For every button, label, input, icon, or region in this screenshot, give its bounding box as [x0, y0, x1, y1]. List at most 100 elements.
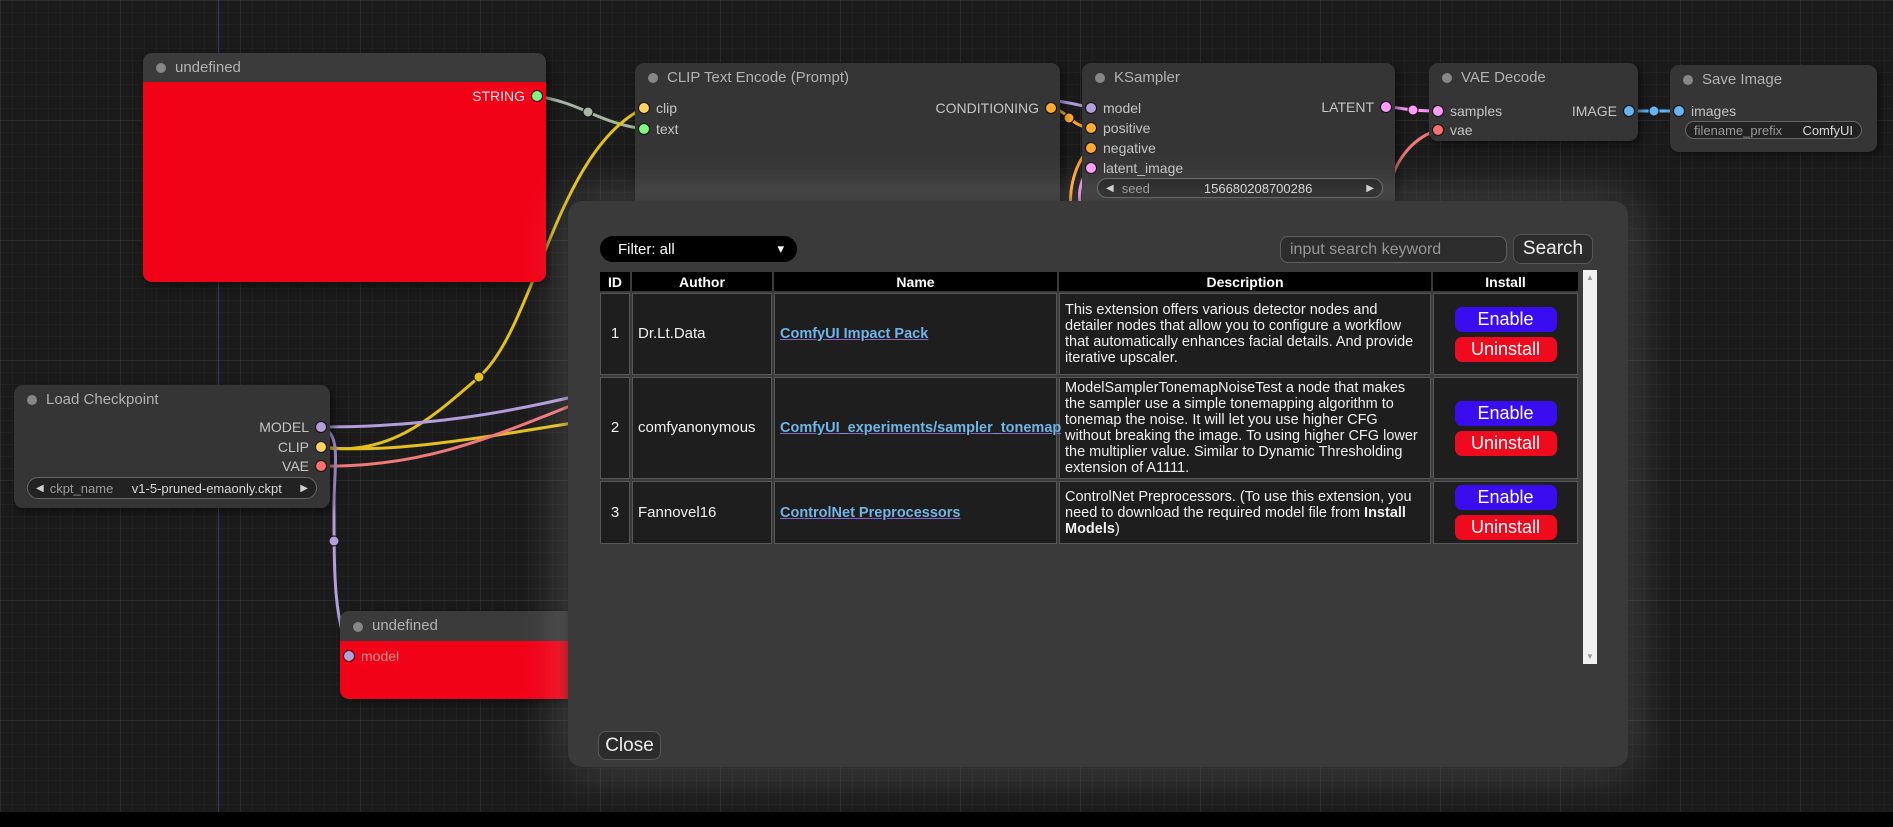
input-port-positive[interactable] — [1086, 123, 1096, 133]
cell-description: ControlNet Preprocessors. (To use this e… — [1059, 481, 1431, 544]
node-title: undefined — [175, 59, 241, 76]
node-title: KSampler — [1114, 69, 1180, 86]
node-collapse-dot-icon[interactable] — [648, 73, 658, 83]
cell-description: This extension offers various detector n… — [1059, 293, 1431, 375]
input-port-latent-image[interactable] — [1086, 163, 1096, 173]
link-dot-clip[interactable] — [474, 372, 484, 382]
port-label: text — [656, 121, 679, 137]
widget-value: ComfyUI — [1782, 123, 1853, 138]
link-dot-conditioning[interactable] — [1064, 113, 1074, 123]
filter-selected-value: Filter: all — [618, 241, 777, 258]
window-bottom-edge — [0, 812, 1893, 827]
increment-arrow-icon[interactable]: ▶ — [300, 483, 308, 494]
input-port-negative[interactable] — [1086, 143, 1096, 153]
extension-link[interactable]: ControlNet Preprocessors — [780, 505, 961, 521]
node-collapse-dot-icon[interactable] — [156, 63, 166, 73]
extension-link[interactable]: ComfyUI Impact Pack — [780, 326, 928, 342]
input-port-model[interactable] — [344, 651, 354, 661]
link-dot-latent[interactable] — [1408, 105, 1418, 115]
output-port-model[interactable] — [316, 422, 326, 432]
node-load-checkpoint[interactable]: Load Checkpoint MODEL CLIP VAE ◀ ckpt_na… — [14, 385, 330, 508]
node-title: Load Checkpoint — [46, 391, 159, 408]
node-save-image[interactable]: Save Image images filename_prefix ComfyU… — [1670, 65, 1877, 152]
widget-label: seed — [1122, 181, 1150, 196]
output-port-vae[interactable] — [316, 461, 326, 471]
node-title: CLIP Text Encode (Prompt) — [667, 69, 849, 86]
widget-value: v1-5-pruned-emaonly.ckpt — [113, 481, 300, 496]
link-dot-image[interactable] — [1649, 106, 1659, 116]
cell-author: Fannovel16 — [632, 481, 772, 544]
close-button[interactable]: Close — [598, 731, 661, 760]
input-port-text[interactable] — [639, 124, 649, 134]
input-port-vae[interactable] — [1433, 125, 1443, 135]
seed-widget[interactable]: ◀ seed 156680208700286 ▶ — [1097, 178, 1383, 198]
node-vae-decode[interactable]: VAE Decode samples vae IMAGE — [1429, 63, 1638, 141]
node-clip-text-encode[interactable]: CLIP Text Encode (Prompt) clip text COND… — [635, 63, 1060, 213]
col-header-author: Author — [632, 272, 772, 291]
enable-button[interactable]: Enable — [1455, 485, 1557, 510]
node-collapse-dot-icon[interactable] — [353, 622, 363, 632]
input-port-model[interactable] — [1086, 103, 1096, 113]
node-collapse-dot-icon[interactable] — [1683, 75, 1693, 85]
output-port-conditioning[interactable] — [1046, 103, 1056, 113]
description-text: ) — [1115, 521, 1120, 537]
node-title: undefined — [372, 617, 438, 634]
col-header-name: Name — [774, 272, 1057, 291]
enable-button[interactable]: Enable — [1455, 401, 1557, 426]
uninstall-button[interactable]: Uninstall — [1455, 431, 1557, 456]
cell-description: ModelSamplerTonemapNoiseTest a node that… — [1059, 377, 1431, 479]
port-label: MODEL — [259, 419, 309, 435]
port-label: vae — [1450, 122, 1473, 138]
filter-select[interactable]: Filter: all ▾ — [600, 236, 797, 262]
node-ksampler[interactable]: KSampler model positive negative latent_… — [1082, 63, 1395, 208]
wire-vae-left — [321, 402, 580, 466]
extension-link[interactable]: ComfyUI_experiments/sampler_tonemap — [780, 420, 1061, 436]
uninstall-button[interactable]: Uninstall — [1455, 337, 1557, 362]
output-port-image[interactable] — [1624, 106, 1634, 116]
decrement-arrow-icon[interactable]: ◀ — [36, 483, 44, 494]
search-button[interactable]: Search — [1513, 234, 1593, 264]
enable-button[interactable]: Enable — [1455, 307, 1557, 332]
port-label: CONDITIONING — [936, 100, 1039, 116]
node-collapse-dot-icon[interactable] — [27, 395, 37, 405]
input-port-clip[interactable] — [639, 103, 649, 113]
scroll-down-icon[interactable]: ▼ — [1583, 652, 1597, 661]
link-dot-model[interactable] — [329, 536, 339, 546]
increment-arrow-icon[interactable]: ▶ — [1366, 183, 1374, 194]
filename-prefix-widget[interactable]: filename_prefix ComfyUI — [1685, 121, 1862, 139]
link-dot-string[interactable] — [583, 107, 593, 117]
port-label: model — [1103, 100, 1141, 116]
input-port-images[interactable] — [1674, 106, 1684, 116]
uninstall-button[interactable]: Uninstall — [1455, 515, 1557, 540]
cell-author: comfyanonymous — [632, 377, 772, 479]
output-port-string[interactable] — [532, 91, 542, 101]
output-port-latent[interactable] — [1381, 102, 1391, 112]
node-collapse-dot-icon[interactable] — [1442, 73, 1452, 83]
cell-id: 3 — [600, 481, 630, 544]
table-row: 3 Fannovel16 ControlNet Preprocessors Co… — [600, 481, 1578, 544]
extension-table: ID Author Name Description Install 1 Dr.… — [598, 270, 1580, 546]
port-label: STRING — [472, 88, 525, 104]
node-undefined-top[interactable]: undefined STRING — [143, 53, 546, 282]
node-title: Save Image — [1702, 71, 1782, 88]
search-input[interactable] — [1280, 236, 1507, 263]
port-label: model — [361, 648, 399, 664]
chevron-down-icon: ▾ — [777, 241, 784, 257]
custom-nodes-manager-dialog: Filter: all ▾ Search ID Author Name Desc… — [568, 201, 1628, 767]
cell-id: 1 — [600, 293, 630, 375]
vertical-scrollbar[interactable]: ▲ ▼ — [1583, 270, 1597, 664]
col-header-description: Description — [1059, 272, 1431, 291]
port-label: images — [1691, 103, 1736, 119]
cell-author: Dr.Lt.Data — [632, 293, 772, 375]
output-port-clip[interactable] — [316, 442, 326, 452]
input-port-samples[interactable] — [1433, 106, 1443, 116]
ckpt-name-widget[interactable]: ◀ ckpt_name v1-5-pruned-emaonly.ckpt ▶ — [27, 477, 317, 499]
node-collapse-dot-icon[interactable] — [1095, 73, 1105, 83]
port-label: CLIP — [278, 439, 309, 455]
scroll-up-icon[interactable]: ▲ — [1583, 273, 1597, 282]
widget-label: filename_prefix — [1694, 123, 1782, 138]
port-label: LATENT — [1321, 99, 1374, 115]
comfyui-canvas[interactable]: undefined STRING CLIP Text Encode (Promp… — [0, 0, 1893, 827]
decrement-arrow-icon[interactable]: ◀ — [1106, 183, 1114, 194]
widget-value: 156680208700286 — [1150, 181, 1366, 196]
